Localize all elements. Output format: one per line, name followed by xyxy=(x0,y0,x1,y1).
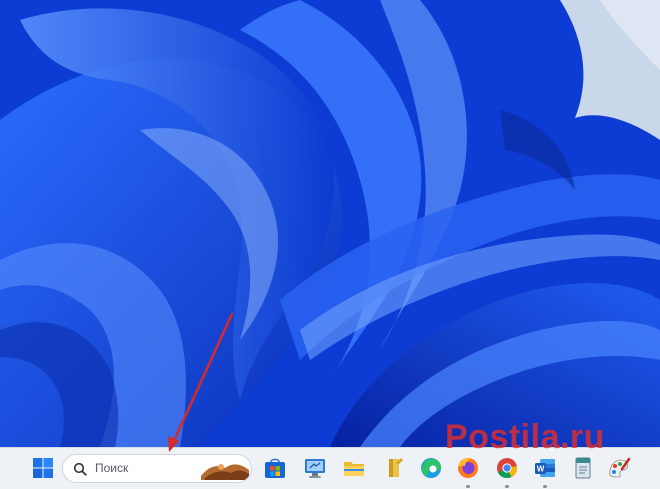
notepad-app-icon[interactable] xyxy=(381,455,407,481)
watermark: Postila.ru xyxy=(445,418,605,456)
desktop-wallpaper xyxy=(0,0,660,447)
notes-app-icon[interactable] xyxy=(570,455,596,481)
remote-desktop-icon[interactable] xyxy=(302,455,328,481)
wallpaper-bloom xyxy=(0,0,660,447)
running-indicator xyxy=(466,485,470,488)
edge-icon[interactable] xyxy=(418,455,444,481)
svg-text:W: W xyxy=(537,465,545,474)
file-explorer-icon[interactable] xyxy=(341,455,367,481)
search-placeholder: Поиск xyxy=(95,461,129,475)
running-indicator xyxy=(543,485,547,488)
search-icon xyxy=(73,462,87,476)
running-indicator xyxy=(505,485,509,488)
search-highlight-art-icon xyxy=(201,464,249,480)
firefox-icon[interactable] xyxy=(455,455,481,488)
search-box[interactable]: Поиск xyxy=(62,454,252,483)
paint-icon[interactable] xyxy=(606,455,632,481)
chrome-icon[interactable] xyxy=(494,455,520,488)
microsoft-store-icon[interactable] xyxy=(262,455,288,481)
word-icon[interactable]: W xyxy=(532,455,558,488)
windows-start-icon[interactable] xyxy=(30,455,56,481)
